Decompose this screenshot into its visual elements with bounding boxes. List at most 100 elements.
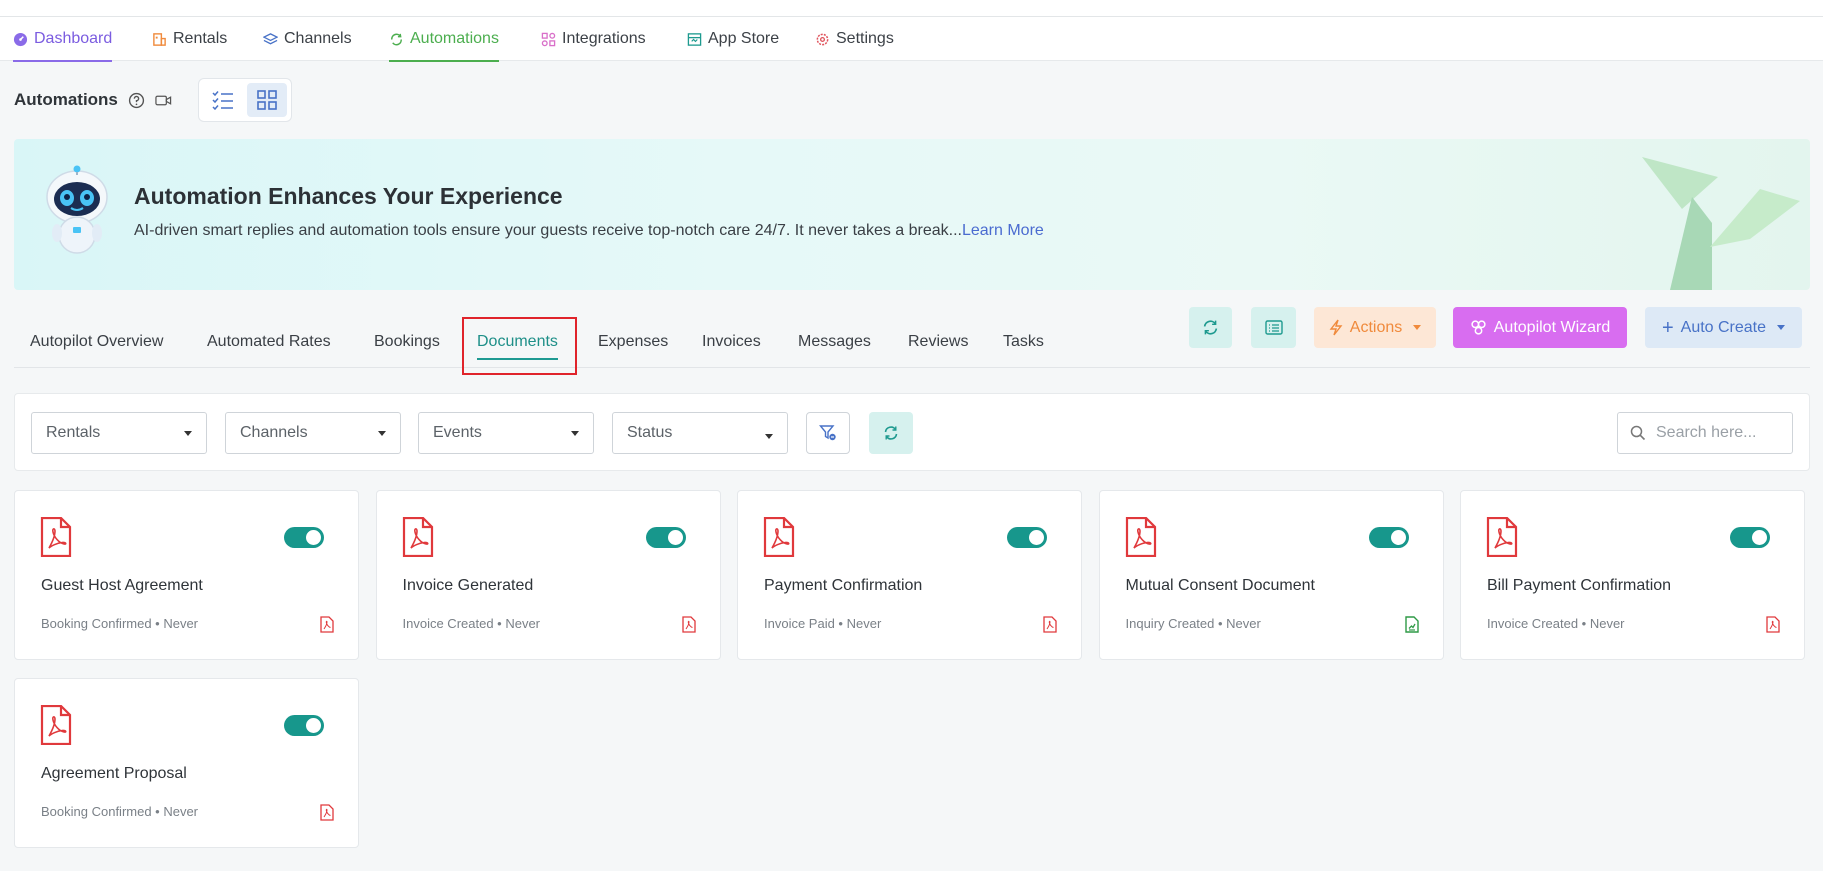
channels-icon <box>263 32 278 44</box>
enable-toggle[interactable] <box>1007 527 1047 548</box>
enable-toggle[interactable] <box>1368 527 1409 548</box>
view-toggle <box>198 78 292 122</box>
list-log-button[interactable] <box>1251 307 1296 348</box>
pdf-icon[interactable] <box>681 616 696 633</box>
promo-banner: Automation Enhances Your Experience AI-d… <box>14 139 1810 290</box>
card-title: Guest Host Agreement <box>41 577 203 594</box>
page-title: Automations <box>14 90 118 109</box>
chevron-down-icon <box>1777 325 1786 330</box>
app-store-icon <box>687 32 702 46</box>
tab-invoices[interactable]: Invoices <box>702 316 761 368</box>
pdf-document-icon <box>1125 516 1157 558</box>
signed-doc-icon[interactable] <box>1404 616 1419 633</box>
pdf-icon[interactable] <box>1043 616 1057 633</box>
refresh-icon <box>1203 320 1218 335</box>
search-box <box>1617 412 1793 454</box>
pdf-document-icon <box>402 516 434 558</box>
auto-create-label: Auto Create <box>1680 318 1767 336</box>
nav-item-dashboard[interactable]: Dashboard <box>13 17 113 62</box>
actions-label: Actions <box>1349 318 1403 336</box>
grid-icon <box>257 90 277 110</box>
automation-card[interactable]: Payment Confirmation Invoice Paid • Never <box>737 490 1082 660</box>
auto-create-dropdown[interactable]: + Auto Create <box>1645 307 1802 348</box>
pdf-icon[interactable] <box>1766 616 1780 633</box>
refresh-button[interactable] <box>1189 307 1232 348</box>
integrations-icon <box>541 32 556 46</box>
enable-toggle[interactable] <box>1730 527 1770 548</box>
card-title: Bill Payment Confirmation <box>1487 577 1672 594</box>
enable-toggle[interactable] <box>645 527 686 548</box>
rentals-filter-select[interactable]: Rentals <box>31 412 207 454</box>
automation-card[interactable]: Mutual Consent Document Inquiry Created •… <box>1098 490 1444 660</box>
page-header: Automations <box>14 80 172 120</box>
wizard-label: Autopilot Wizard <box>1493 318 1611 336</box>
nav-item-settings[interactable]: Settings <box>815 17 894 61</box>
search-input[interactable] <box>1656 424 1776 442</box>
nav-item-rentals[interactable]: Rentals <box>152 17 227 61</box>
tab-reviews[interactable]: Reviews <box>908 316 968 368</box>
automation-card[interactable]: Agreement Proposal Booking Confirmed • Ne… <box>14 678 359 848</box>
chevron-down-icon <box>184 430 192 436</box>
pdf-icon[interactable] <box>320 804 334 821</box>
nav-item-automations[interactable]: Automations <box>389 17 499 62</box>
card-title: Payment Confirmation <box>764 577 923 594</box>
filter-settings-button[interactable] <box>806 412 850 454</box>
select-value: Rentals <box>46 424 101 441</box>
chevron-down-icon <box>765 433 773 439</box>
automation-card[interactable]: Invoice Generated Invoice Created • Never <box>375 490 721 660</box>
tab-bookings[interactable]: Bookings <box>374 316 440 368</box>
dashboard-icon <box>13 32 28 46</box>
documents-tab-highlight <box>462 317 577 375</box>
tab-automated-rates[interactable]: Automated Rates <box>207 316 331 368</box>
banner-text: AI-driven smart replies and automation t… <box>134 222 1044 240</box>
tab-autopilot-overview[interactable]: Autopilot Overview <box>30 316 163 368</box>
card-trigger-meta: Invoice Paid • Never <box>764 616 882 631</box>
select-value: Status <box>627 424 673 441</box>
card-trigger-meta: Inquiry Created • Never <box>1125 616 1261 631</box>
banner-description: AI-driven smart replies and automation t… <box>134 222 962 239</box>
nav-item-integrations[interactable]: Integrations <box>541 17 646 61</box>
grid-view-button[interactable] <box>247 83 287 117</box>
card-trigger-meta: Invoice Created • Never <box>402 616 541 631</box>
tab-messages[interactable]: Messages <box>798 316 871 368</box>
select-value: Channels <box>240 424 308 441</box>
nav-label: Dashboard <box>34 30 113 47</box>
enable-toggle[interactable] <box>284 715 324 736</box>
nav-label: Channels <box>284 30 352 47</box>
chevron-down-icon <box>1413 325 1422 330</box>
enable-toggle[interactable] <box>284 527 324 548</box>
learn-more-link[interactable]: Learn More <box>962 222 1044 239</box>
pdf-document-icon <box>40 516 72 558</box>
events-filter-select[interactable]: Events <box>418 412 594 454</box>
channels-filter-select[interactable]: Channels <box>225 412 401 454</box>
reset-filters-button[interactable] <box>869 412 913 454</box>
help-icon[interactable] <box>128 92 145 109</box>
autopilot-wizard-button[interactable]: Autopilot Wizard <box>1453 307 1627 348</box>
banner-title: Automation Enhances Your Experience <box>134 183 563 209</box>
card-title: Mutual Consent Document <box>1125 577 1315 594</box>
pdf-document-icon <box>40 704 72 746</box>
tab-tasks[interactable]: Tasks <box>1003 316 1044 368</box>
plus-icon: + <box>1661 316 1674 339</box>
rentals-icon <box>153 32 166 46</box>
card-trigger-meta: Invoice Created • Never <box>1487 616 1625 631</box>
chevron-down-icon <box>378 430 386 436</box>
automation-card[interactable]: Guest Host Agreement Booking Confirmed • … <box>14 490 359 660</box>
automation-card[interactable]: Bill Payment Confirmation Invoice Created… <box>1460 490 1805 660</box>
actions-dropdown[interactable]: Actions <box>1314 307 1436 348</box>
card-trigger-meta: Booking Confirmed • Never <box>41 616 199 631</box>
nav-label: Automations <box>410 30 499 47</box>
nav-label: Integrations <box>562 30 646 47</box>
automations-icon <box>391 33 402 45</box>
tab-expenses[interactable]: Expenses <box>598 316 668 368</box>
video-icon[interactable] <box>155 92 172 109</box>
filter-icon <box>819 425 836 441</box>
refresh-icon <box>884 426 898 440</box>
list-view-button[interactable] <box>203 83 243 117</box>
pdf-icon[interactable] <box>320 616 334 633</box>
status-filter-select[interactable]: Status <box>612 412 788 454</box>
nav-item-app-store[interactable]: App Store <box>687 17 779 61</box>
nav-item-channels[interactable]: Channels <box>263 17 352 61</box>
lightning-icon <box>1329 319 1343 336</box>
card-trigger-meta: Booking Confirmed • Never <box>41 804 199 819</box>
